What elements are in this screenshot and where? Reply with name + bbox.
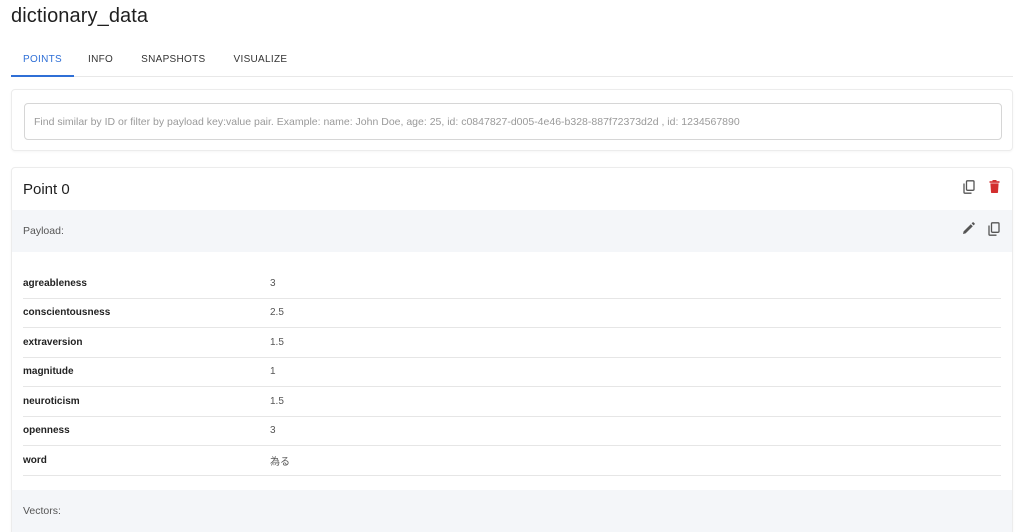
payload-table: agreableness 3 conscientousness 2.5 extr… xyxy=(23,269,1001,476)
payload-key: extraversion xyxy=(23,336,83,348)
vectors-header: Vectors: xyxy=(12,490,1012,532)
payload-value: 1.5 xyxy=(270,336,284,348)
payload-value: 1 xyxy=(270,366,276,378)
point-header: Point 0 xyxy=(12,168,1012,210)
payload-key: agreableness xyxy=(23,277,87,289)
payload-value: 3 xyxy=(270,277,276,289)
tab-points[interactable]: POINTS xyxy=(11,48,75,77)
payload-key: openness xyxy=(23,425,70,437)
page-title: dictionary_data xyxy=(11,5,149,27)
delete-point-button[interactable] xyxy=(985,180,1003,198)
tab-bar: POINTS INFO SNAPSHOTS VISUALIZE xyxy=(11,48,1013,77)
edit-icon xyxy=(962,222,975,240)
page: dictionary_data POINTS INFO SNAPSHOTS VI… xyxy=(0,0,1024,532)
copy-payload-button[interactable] xyxy=(985,221,1003,241)
payload-row: word 為る xyxy=(23,446,1001,476)
tab-visualize[interactable]: VISUALIZE xyxy=(220,48,302,76)
payload-row: magnitude 1 xyxy=(23,358,1001,387)
payload-value: 2.5 xyxy=(270,307,284,319)
copy-icon xyxy=(988,221,1000,241)
point-title: Point 0 xyxy=(23,181,70,198)
payload-value: 為る xyxy=(270,456,290,468)
tab-snapshots[interactable]: SNAPSHOTS xyxy=(127,48,219,76)
point-card: Point 0 Payload: agreableness 3 conscien… xyxy=(11,167,1013,532)
vectors-label: Vectors: xyxy=(23,505,61,517)
edit-payload-button[interactable] xyxy=(959,222,977,240)
payload-row: conscientousness 2.5 xyxy=(23,299,1001,328)
payload-row: neuroticism 1.5 xyxy=(23,387,1001,417)
payload-value: 1.5 xyxy=(270,395,284,407)
copy-point-button[interactable] xyxy=(960,179,978,199)
search-input[interactable] xyxy=(24,103,1002,140)
payload-row: extraversion 1.5 xyxy=(23,328,1001,358)
payload-value: 3 xyxy=(270,425,276,437)
payload-row: agreableness 3 xyxy=(23,269,1001,299)
payload-header: Payload: xyxy=(12,210,1012,252)
payload-key: conscientousness xyxy=(23,307,111,319)
copy-icon xyxy=(963,179,975,199)
payload-label: Payload: xyxy=(23,225,64,237)
search-card xyxy=(11,89,1013,151)
payload-key: neuroticism xyxy=(23,395,80,407)
payload-key: magnitude xyxy=(23,366,74,378)
delete-icon xyxy=(989,180,1000,198)
tab-info[interactable]: INFO xyxy=(74,48,127,76)
payload-key: word xyxy=(23,454,47,466)
payload-row: openness 3 xyxy=(23,417,1001,446)
